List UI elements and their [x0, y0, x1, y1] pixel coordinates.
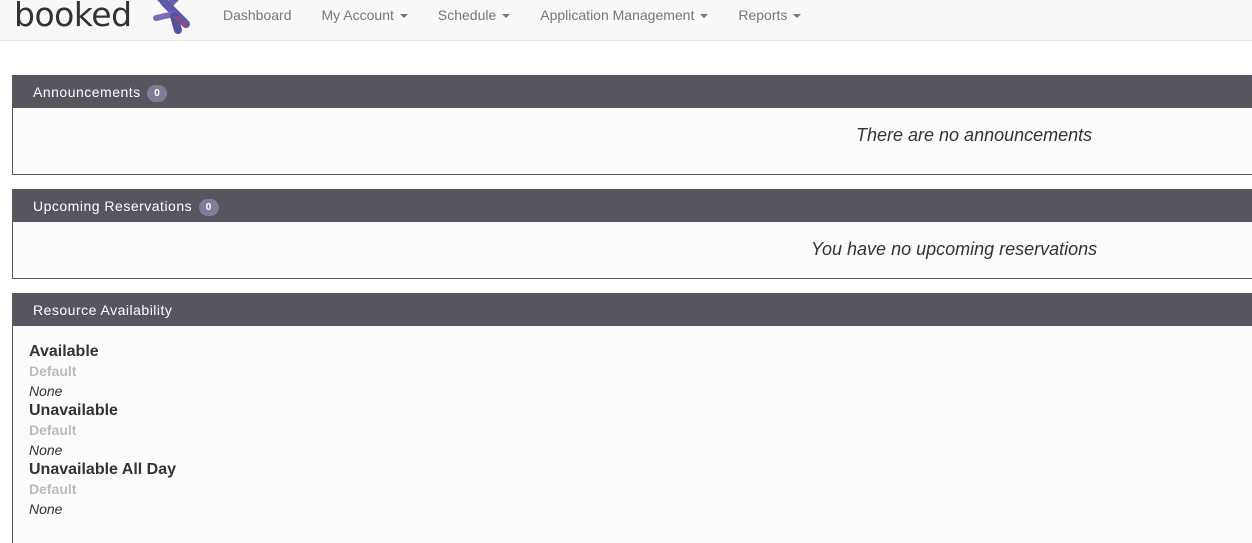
- availability-heading[interactable]: Resource Availability: [13, 294, 1252, 326]
- nav-reports-label: Reports: [738, 7, 788, 23]
- schedule-name: Default: [29, 481, 77, 497]
- availability-title: Resource Availability: [33, 302, 173, 318]
- availability-group-available: Available Default None: [29, 342, 1245, 401]
- availability-value: None: [29, 501, 63, 517]
- availability-group-title: Unavailable All Day: [29, 461, 177, 478]
- reservations-empty-message: You have no upcoming reservations: [811, 239, 1098, 259]
- nav-dashboard-label: Dashboard: [223, 7, 292, 23]
- nav-reports[interactable]: Reports: [723, 0, 816, 30]
- top-navbar: booked Dashboard My Account Schedule App…: [0, 0, 1252, 41]
- announcements-body: There are no announcements: [13, 108, 1252, 174]
- announcements-heading[interactable]: Announcements 0: [13, 76, 1252, 108]
- availability-group-title: Available: [29, 343, 99, 360]
- availability-group-unavailable-all-day: Unavailable All Day Default None: [29, 460, 1245, 519]
- reservations-count-badge: 0: [198, 198, 219, 216]
- caret-down-icon: [793, 14, 802, 19]
- announcements-panel: Announcements 0 There are no announcemen…: [12, 75, 1252, 175]
- schedule-name: Default: [29, 363, 77, 379]
- availability-value: None: [29, 442, 63, 458]
- availability-group-title: Unavailable: [29, 402, 118, 419]
- announcements-title: Announcements: [33, 84, 141, 100]
- caret-down-icon: [502, 14, 511, 19]
- nav-schedule[interactable]: Schedule: [423, 0, 525, 30]
- availability-body: Available Default None Unavailable Defau…: [13, 326, 1252, 519]
- nav-application-management-label: Application Management: [540, 7, 695, 23]
- reservations-heading[interactable]: Upcoming Reservations 0: [13, 190, 1252, 222]
- nav-my-account[interactable]: My Account: [307, 0, 423, 30]
- availability-value: None: [29, 383, 63, 399]
- announcements-empty-message: There are no announcements: [856, 125, 1093, 145]
- resource-availability-panel: Resource Availability Available Default …: [12, 293, 1252, 543]
- nav-schedule-label: Schedule: [437, 7, 497, 23]
- brand-logo-text[interactable]: booked: [14, 0, 132, 40]
- booked-logo-icon[interactable]: [146, 0, 196, 38]
- main-nav: Dashboard My Account Schedule Applicatio…: [208, 0, 816, 30]
- upcoming-reservations-panel: Upcoming Reservations 0 You have no upco…: [12, 189, 1252, 279]
- reservations-title: Upcoming Reservations: [33, 198, 193, 214]
- schedule-name: Default: [29, 422, 77, 438]
- reservations-body: You have no upcoming reservations: [13, 222, 1252, 278]
- availability-group-unavailable: Unavailable Default None: [29, 401, 1245, 460]
- caret-down-icon: [399, 14, 408, 19]
- nav-dashboard[interactable]: Dashboard: [208, 0, 307, 30]
- announcements-count-badge: 0: [147, 84, 168, 102]
- caret-down-icon: [700, 14, 709, 19]
- nav-application-management[interactable]: Application Management: [525, 0, 723, 30]
- nav-my-account-label: My Account: [321, 7, 394, 23]
